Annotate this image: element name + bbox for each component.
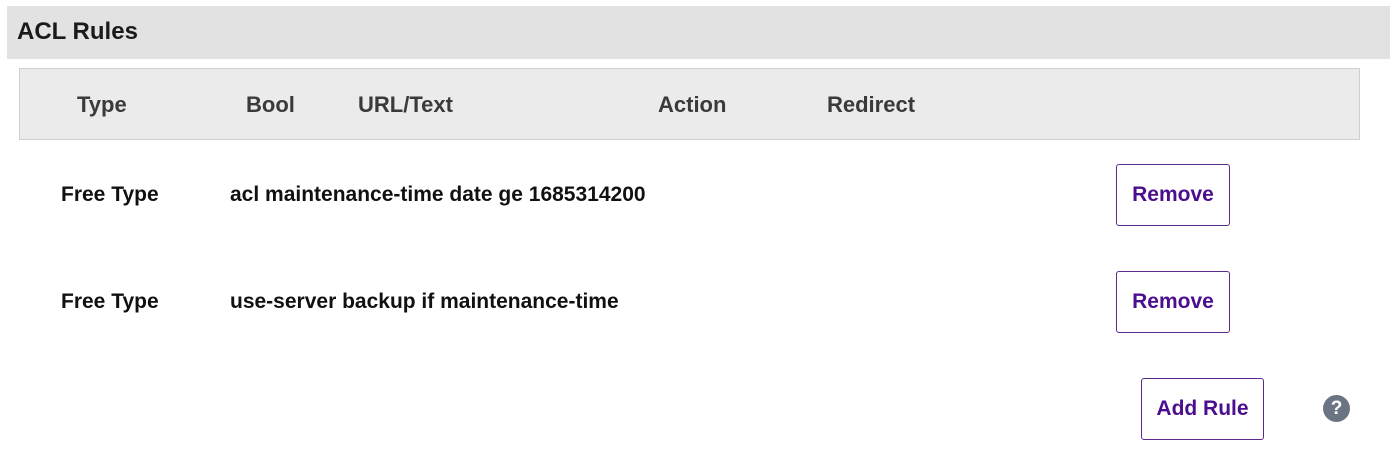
remove-rule-button[interactable]: Remove [1116, 164, 1230, 226]
rule-url-text-cell: use-server backup if maintenance-time [230, 290, 619, 313]
rule-type-cell: Free Type [61, 183, 159, 206]
column-header-type: Type [77, 92, 127, 117]
table-header-row: Type Bool URL/Text Action Redirect [19, 68, 1360, 140]
column-header-url-text: URL/Text [358, 92, 453, 117]
rule-type-cell: Free Type [61, 290, 159, 313]
remove-rule-button[interactable]: Remove [1116, 271, 1230, 333]
question-circle-icon[interactable]: ? [1323, 395, 1350, 422]
acl-rules-panel-header: ACL Rules [7, 6, 1390, 59]
add-rule-button[interactable]: Add Rule [1141, 378, 1264, 440]
panel-title: ACL Rules [17, 18, 138, 45]
rule-url-text-cell: acl maintenance-time date ge 1685314200 [230, 183, 646, 206]
column-header-bool: Bool [246, 92, 295, 117]
column-header-redirect: Redirect [827, 92, 916, 117]
column-header-action: Action [658, 92, 727, 117]
